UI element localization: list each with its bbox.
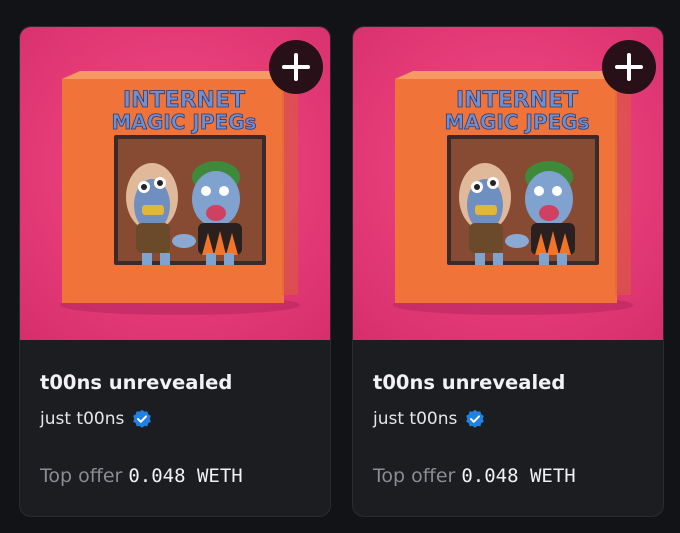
verified-badge-icon [466, 409, 485, 428]
nft-card[interactable]: INTERNET MAGIC JPEGs t00ns unrevealed ju… [19, 26, 331, 517]
add-to-cart-button[interactable] [602, 40, 656, 94]
nft-artwork[interactable]: INTERNET MAGIC JPEGs [353, 27, 663, 340]
nft-artwork[interactable]: INTERNET MAGIC JPEGs [20, 27, 330, 340]
collection-name[interactable]: just t00ns [373, 409, 457, 429]
plus-icon [615, 53, 643, 81]
top-offer-value: 0.048 WETH [128, 465, 243, 487]
collection-row[interactable]: just t00ns [40, 409, 152, 429]
top-offer-value: 0.048 WETH [461, 465, 576, 487]
nft-card[interactable]: INTERNET MAGIC JPEGs t00ns unrevealed ju… [352, 26, 664, 517]
verified-badge-icon [133, 409, 152, 428]
top-offer-row: Top offer 0.048 WETH [373, 465, 576, 487]
collection-row[interactable]: just t00ns [373, 409, 485, 429]
nft-card-grid: INTERNET MAGIC JPEGs t00ns unrevealed ju… [0, 0, 680, 533]
nft-title[interactable]: t00ns unrevealed [373, 371, 565, 394]
plus-icon [282, 53, 310, 81]
nft-title[interactable]: t00ns unrevealed [40, 371, 232, 394]
box-text-line2: MAGIC JPEGs [445, 110, 590, 134]
collection-name[interactable]: just t00ns [40, 409, 124, 429]
top-offer-label: Top offer [40, 465, 123, 487]
top-offer-row: Top offer 0.048 WETH [40, 465, 243, 487]
box-text-line2: MAGIC JPEGs [112, 110, 257, 134]
add-to-cart-button[interactable] [269, 40, 323, 94]
top-offer-label: Top offer [373, 465, 456, 487]
